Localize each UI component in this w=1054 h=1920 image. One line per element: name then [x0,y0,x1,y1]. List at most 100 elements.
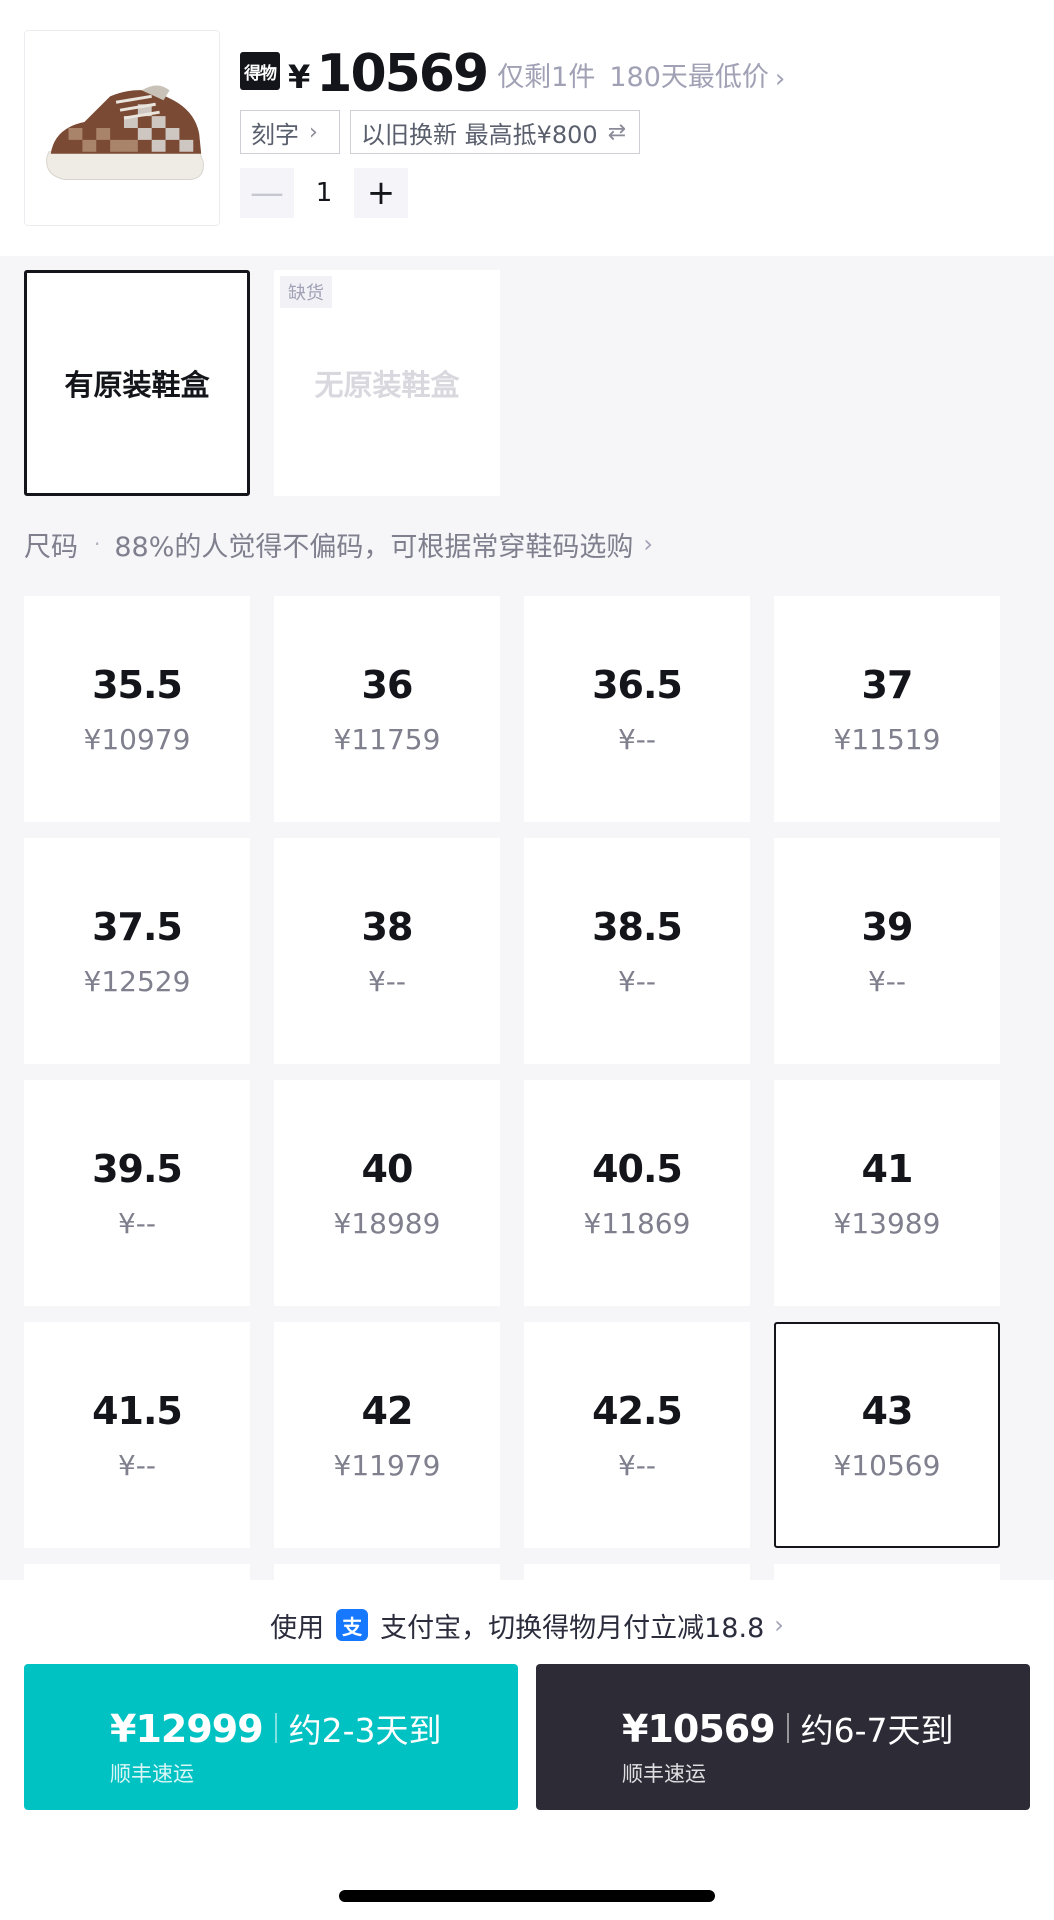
size-price: ¥11979 [333,1448,441,1482]
payment-tip-prefix: 使用 [270,1612,325,1644]
decrease-button[interactable]: — [240,168,294,218]
size-option[interactable]: 38 ¥-- [274,838,500,1064]
lowest-price-link[interactable]: 180天最低价 [609,55,769,94]
option-with-box-label: 有原装鞋盒 [64,368,210,402]
current-price: 10569 [316,44,489,104]
size-price: ¥11759 [333,722,441,756]
buy-fast-shipping: 顺丰速运 [110,1762,194,1786]
buy-fast-button[interactable]: ¥12999 约2-3天到 顺丰速运 [24,1664,518,1810]
option-without-box[interactable]: 缺货 无原装鞋盒 [274,270,500,496]
chevron-right-icon: › [774,64,786,94]
size-option[interactable]: 37.5 ¥12529 [24,838,250,1064]
size-option[interactable]: 37 ¥11519 [774,596,1000,822]
option-with-box[interactable]: 有原装鞋盒 [24,270,250,496]
size-option[interactable]: 42.5 ¥-- [524,1322,750,1548]
size-number: 41 [861,1146,914,1191]
buy-slow-price: ¥10569 [622,1707,776,1751]
size-option[interactable]: 40 ¥18989 [274,1080,500,1306]
size-option-selected[interactable]: 43 ¥10569 [774,1322,1000,1548]
size-option[interactable]: 36.5 ¥-- [524,596,750,822]
buy-slow-button[interactable]: ¥10569 约6-7天到 顺丰速运 [536,1664,1030,1810]
size-grid: 35.5 ¥10979 36 ¥11759 36.5 ¥-- 37 ¥11519 37.… [24,596,1004,1580]
size-option[interactable]: 35.5 ¥10979 [24,596,250,822]
size-option[interactable] [274,1564,500,1580]
size-option[interactable] [524,1564,750,1580]
buy-fast-price: ¥12999 [110,1707,264,1751]
price-row: 得物 ¥ 10569 仅剩1件 180天最低价 › [240,46,785,102]
size-option[interactable]: 42 ¥11979 [274,1322,500,1548]
size-number: 37.5 [92,904,183,949]
size-price: ¥11869 [583,1206,691,1240]
size-price: ¥-- [117,1206,157,1240]
size-number: 36.5 [592,662,683,707]
size-number: 40 [361,1146,414,1191]
tradein-label: 以旧换新 最高抵¥800 [361,120,598,149]
product-thumbnail[interactable] [24,30,220,226]
size-number: 37 [861,662,914,707]
currency-symbol: ¥ [288,58,311,96]
size-hint[interactable]: 尺码 · 88%的人觉得不偏码，可根据常穿鞋码选购 › [24,522,653,566]
payment-tip[interactable]: 使用 支 支付宝，切换得物月付立减18.8 › [0,1580,1054,1670]
size-option[interactable]: 36 ¥11759 [274,596,500,822]
size-option[interactable] [24,1564,250,1580]
chevron-right-icon: › [643,530,653,558]
chevron-right-icon: › [309,119,318,145]
size-label: 尺码 [24,531,78,563]
increase-button[interactable]: + [354,168,408,218]
size-number: 41.5 [92,1388,183,1433]
size-price: ¥11519 [833,722,941,756]
size-number: 42 [361,1388,414,1433]
spec-selection-area: 有原装鞋盒 缺货 无原装鞋盒 尺码 · 88%的人觉得不偏码，可根据常穿鞋码选购… [0,256,1054,1580]
size-price: ¥10569 [833,1448,941,1482]
size-option[interactable]: 39 ¥-- [774,838,1000,1064]
size-number: 40.5 [592,1146,683,1191]
size-number: 38 [361,904,414,949]
dot-separator: · [94,532,101,556]
size-number: 38.5 [592,904,683,949]
size-number: 39 [861,904,914,949]
quantity-value: 1 [315,178,333,208]
tradein-tag[interactable]: 以旧换新 最高抵¥800 ⇄ [350,110,640,154]
quantity-stepper: — 1 + [240,168,408,218]
engrave-tag[interactable]: 刻字 › [240,110,340,154]
dewu-logo-icon: 得物 [240,52,280,90]
buy-fast-eta: 约2-3天到 [288,1711,442,1750]
buy-slow-eta: 约6-7天到 [800,1711,954,1750]
size-number: 42.5 [592,1388,683,1433]
size-price: ¥10979 [83,722,191,756]
size-price: ¥-- [617,1448,657,1482]
size-option[interactable]: 39.5 ¥-- [24,1080,250,1306]
payment-tip-text: 支付宝，切换得物月付立减18.8 [380,1612,765,1644]
size-number: 35.5 [92,662,183,707]
size-price: ¥-- [617,964,657,998]
size-price: ¥12529 [83,964,191,998]
chevron-right-icon: › [774,1611,784,1639]
size-number: 39.5 [92,1146,183,1191]
swap-icon: ⇄ [607,119,627,145]
divider [786,1713,789,1743]
home-indicator[interactable] [339,1890,715,1902]
size-price: ¥-- [617,722,657,756]
divider [274,1713,277,1743]
stock-note: 仅剩1件 [497,62,596,93]
size-price: ¥-- [117,1448,157,1482]
engrave-label: 刻字 [251,120,299,149]
alipay-icon: 支 [336,1609,369,1641]
size-price: ¥-- [367,964,407,998]
bottom-bar: 使用 支 支付宝，切换得物月付立减18.8 › ¥12999 约2-3天到 顺丰… [0,1580,1054,1920]
size-price: ¥13989 [833,1206,941,1240]
size-option[interactable]: 40.5 ¥11869 [524,1080,750,1306]
size-number: 36 [361,662,414,707]
size-price: ¥18989 [333,1206,441,1240]
size-hint-text: 88%的人觉得不偏码，可根据常穿鞋码选购 [114,531,634,563]
size-option[interactable]: 38.5 ¥-- [524,838,750,1064]
size-number: 43 [861,1388,914,1433]
size-price: ¥-- [867,964,907,998]
out-of-stock-badge: 缺货 [280,276,332,308]
sneaker-image [25,31,219,225]
product-header: 得物 ¥ 10569 仅剩1件 180天最低价 › 刻字 › 以旧换新 最高抵¥… [0,0,1054,256]
buy-slow-shipping: 顺丰速运 [622,1762,706,1786]
size-option[interactable]: 41.5 ¥-- [24,1322,250,1548]
size-option[interactable] [774,1564,1000,1580]
size-option[interactable]: 41 ¥13989 [774,1080,1000,1306]
